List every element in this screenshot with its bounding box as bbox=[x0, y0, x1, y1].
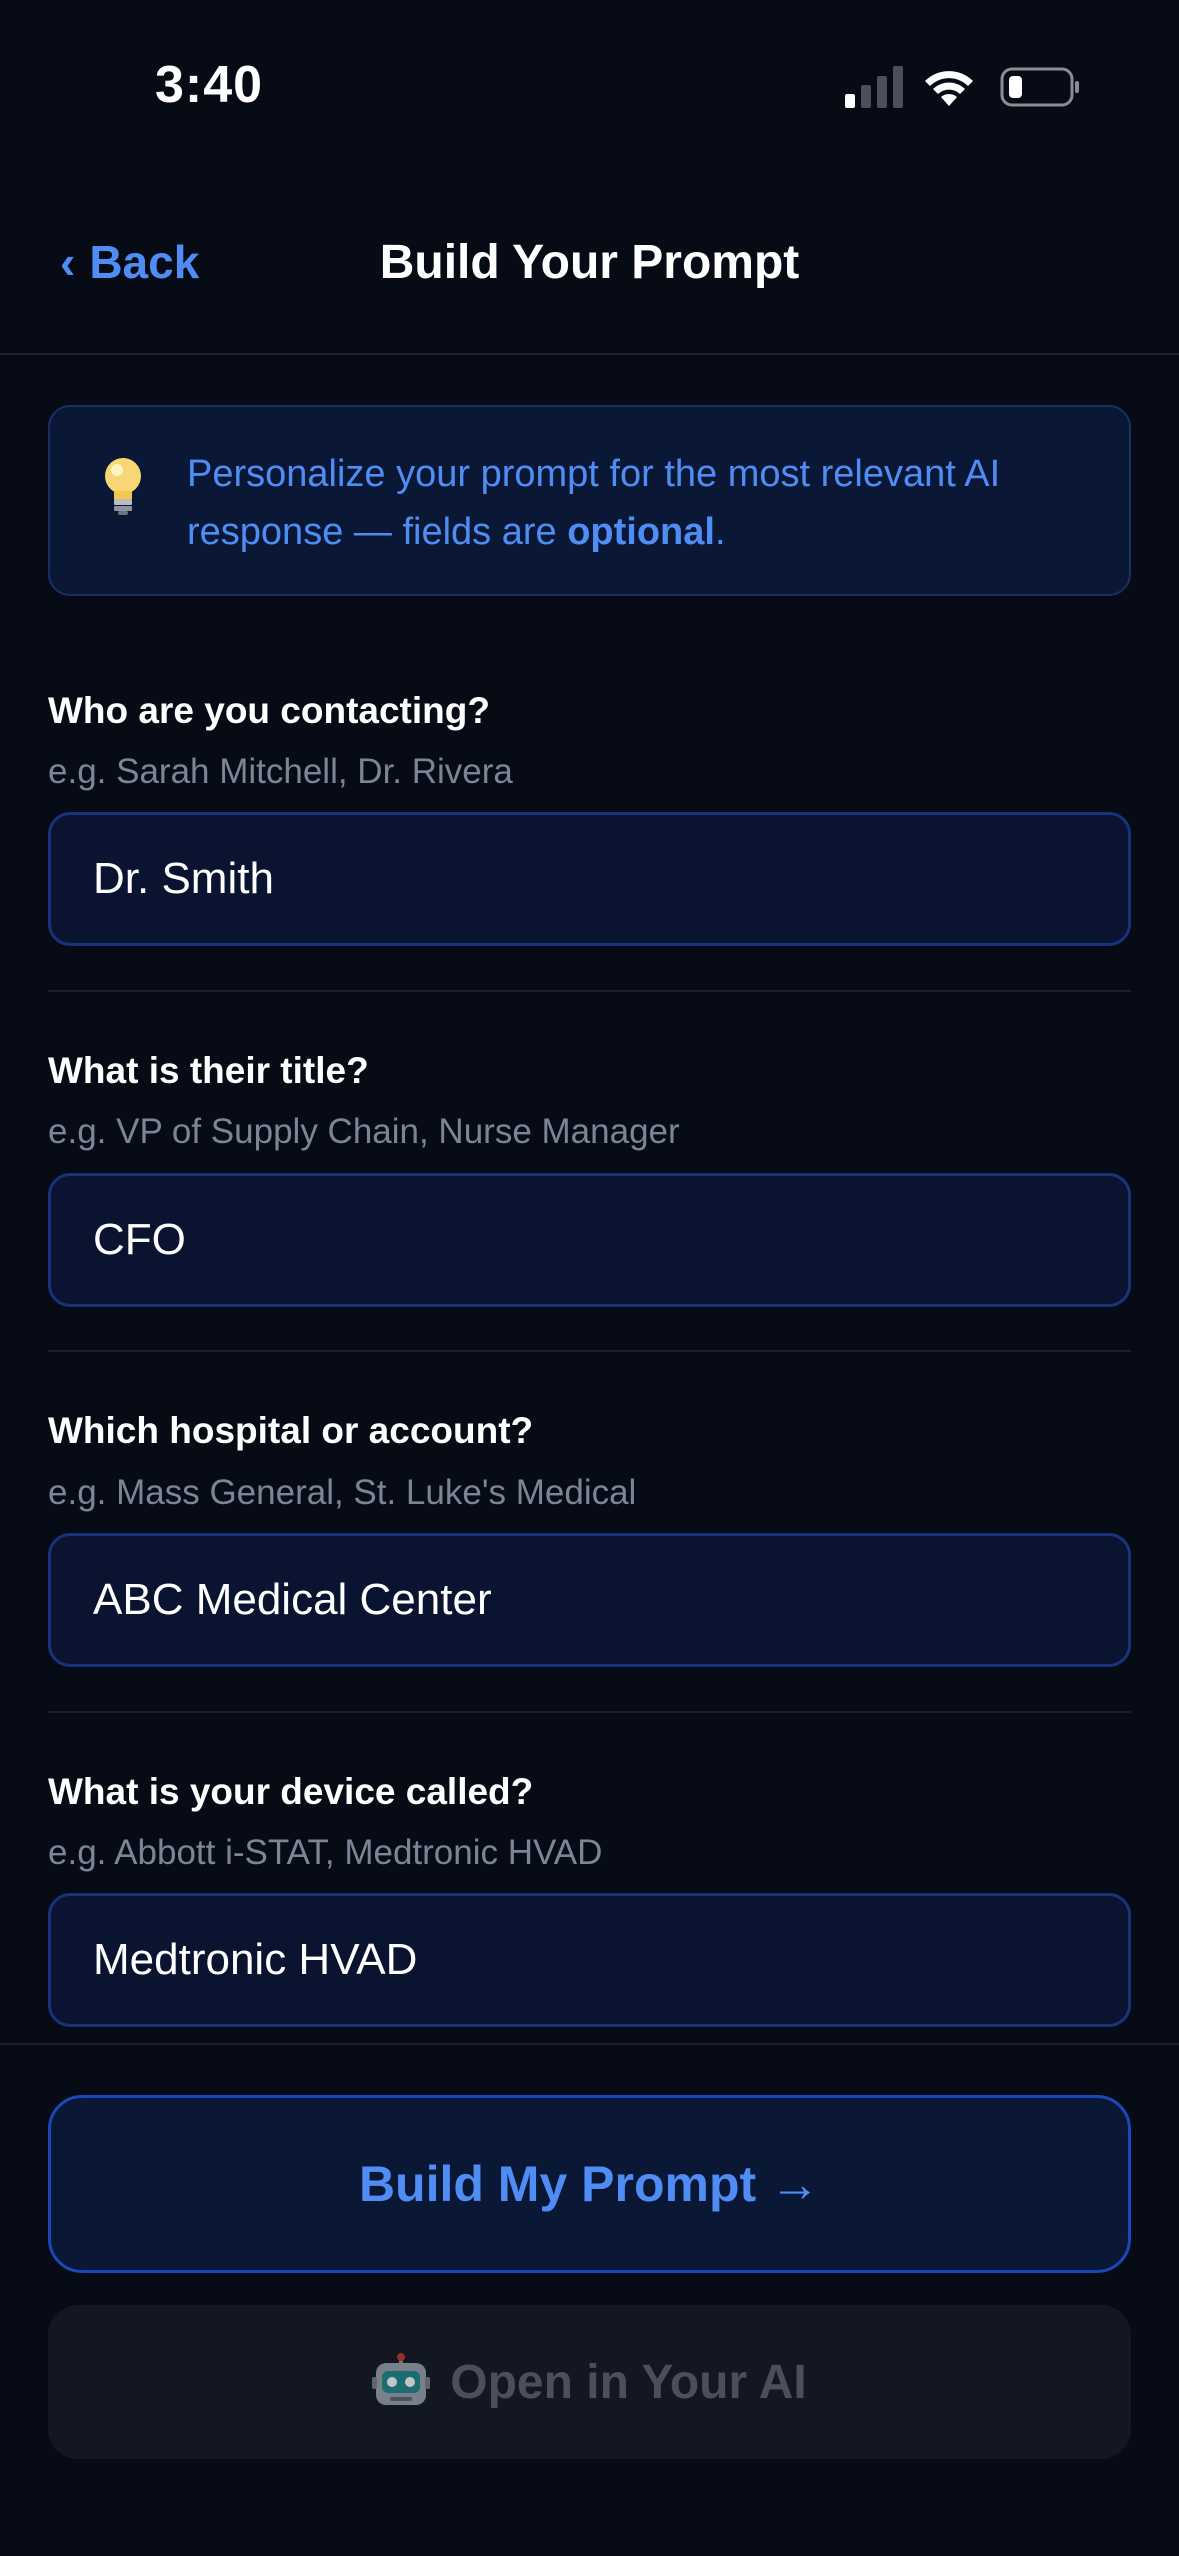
info-text-suffix: . bbox=[714, 511, 726, 553]
battery-icon bbox=[1000, 67, 1079, 107]
divider bbox=[48, 990, 1131, 992]
info-text: Personalize your prompt for the most rel… bbox=[187, 445, 1107, 561]
contact-title-label: What is their title? bbox=[48, 1050, 369, 1091]
lightbulb-icon bbox=[105, 458, 141, 515]
status-time: 3:40 bbox=[155, 56, 264, 114]
build-prompt-button[interactable]: Build My Prompt → bbox=[48, 2095, 1131, 2273]
nav-bar: ‹ Back Build Your Prompt bbox=[0, 175, 1179, 355]
open-in-ai-label: Open in Your AI bbox=[450, 2355, 807, 2409]
status-bar: 3:40 bbox=[0, 0, 1179, 175]
contact-title-input[interactable] bbox=[48, 1173, 1131, 1307]
info-text-optional: optional bbox=[567, 511, 715, 553]
divider bbox=[48, 1350, 1131, 1352]
wifi-icon bbox=[925, 71, 973, 106]
screen: 3:40 ‹ Back Build Your Prompt Personaliz… bbox=[0, 0, 1179, 2556]
robot-icon bbox=[372, 2353, 431, 2405]
info-banner: Personalize your prompt for the most rel… bbox=[48, 405, 1131, 596]
device-name-hint: e.g. Abbott i-STAT, Medtronic HVAD bbox=[48, 1833, 603, 1872]
contact-name-label: Who are you contacting? bbox=[48, 690, 490, 731]
open-in-ai-button[interactable]: Open in Your AI bbox=[48, 2305, 1131, 2459]
divider bbox=[48, 1711, 1131, 1713]
hospital-account-input[interactable] bbox=[48, 1533, 1131, 1667]
cellular-signal-icon bbox=[845, 66, 903, 108]
contact-title-hint: e.g. VP of Supply Chain, Nurse Manager bbox=[48, 1112, 680, 1151]
hospital-account-hint: e.g. Mass General, St. Luke's Medical bbox=[48, 1473, 637, 1512]
contact-name-hint: e.g. Sarah Mitchell, Dr. Rivera bbox=[48, 752, 513, 791]
hospital-account-label: Which hospital or account? bbox=[48, 1410, 534, 1451]
device-name-input[interactable] bbox=[48, 1893, 1131, 2027]
contact-name-input[interactable] bbox=[48, 812, 1131, 946]
page-title: Build Your Prompt bbox=[379, 236, 800, 289]
device-name-label: What is your device called? bbox=[48, 1771, 534, 1812]
divider bbox=[0, 2043, 1179, 2045]
